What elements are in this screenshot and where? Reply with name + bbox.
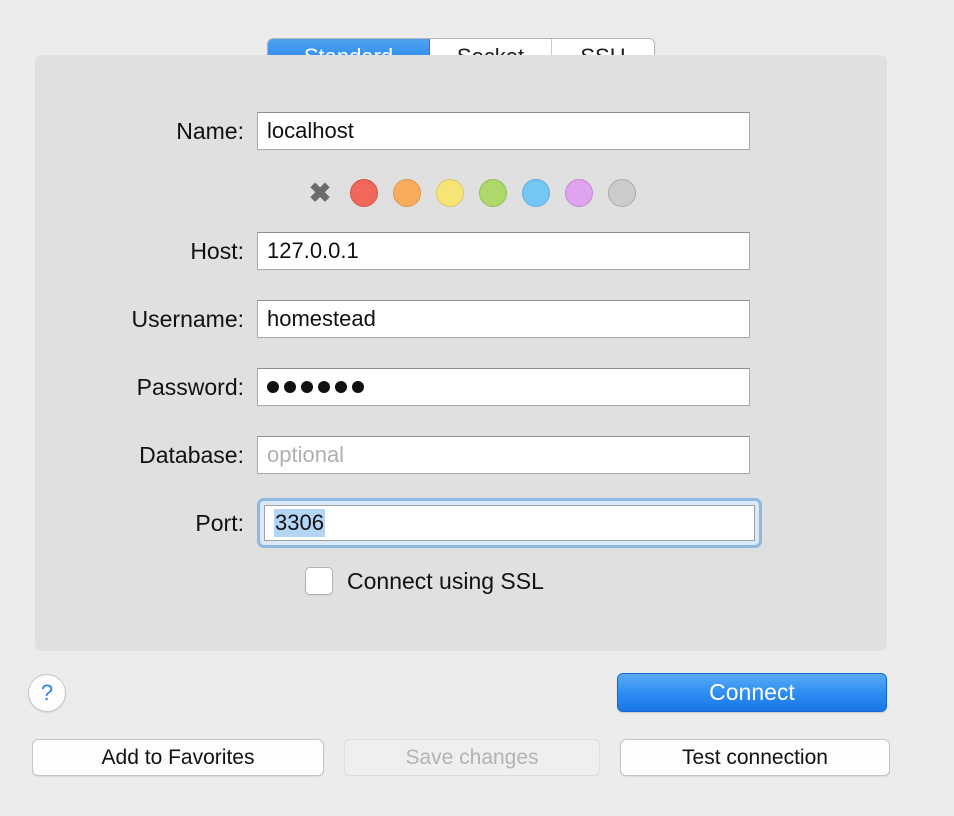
password-input[interactable] xyxy=(257,368,750,406)
username-input-value: homestead xyxy=(267,306,376,331)
field-row-password: Password: xyxy=(0,368,852,406)
ssl-checkbox[interactable] xyxy=(305,567,333,595)
host-input[interactable]: 127.0.0.1 xyxy=(257,232,750,270)
save-changes-label: Save changes xyxy=(405,745,539,769)
field-row-database: Database: optional xyxy=(0,436,852,474)
port-label: Port: xyxy=(195,509,244,536)
color-swatch-orange[interactable] xyxy=(393,179,421,207)
field-row-username: Username: homestead xyxy=(0,300,852,338)
name-input[interactable]: localhost xyxy=(257,112,750,150)
database-input[interactable]: optional xyxy=(257,436,750,474)
field-row-port: Port: 3306 xyxy=(0,498,852,548)
password-dot xyxy=(284,381,296,393)
password-dot xyxy=(352,381,364,393)
database-label: Database: xyxy=(139,441,244,468)
port-input-value: 3306 xyxy=(274,509,325,537)
color-swatch-gray[interactable] xyxy=(608,179,636,207)
database-input-placeholder: optional xyxy=(267,442,345,467)
host-input-value: 127.0.0.1 xyxy=(267,238,359,263)
ssl-checkbox-row[interactable]: Connect using SSL xyxy=(305,567,544,595)
add-to-favorites-button[interactable]: Add to Favorites xyxy=(32,739,324,776)
port-input[interactable]: 3306 xyxy=(264,505,755,541)
save-changes-button: Save changes xyxy=(344,739,600,776)
username-input[interactable]: homestead xyxy=(257,300,750,338)
password-label: Password: xyxy=(136,373,244,400)
color-swatch-yellow[interactable] xyxy=(436,179,464,207)
help-button[interactable]: ? xyxy=(28,674,66,712)
name-label: Name: xyxy=(176,117,244,144)
color-swatch-purple[interactable] xyxy=(565,179,593,207)
color-swatch-blue[interactable] xyxy=(522,179,550,207)
host-label: Host: xyxy=(190,237,244,264)
test-connection-button[interactable]: Test connection xyxy=(620,739,890,776)
port-input-focus-ring: 3306 xyxy=(257,498,762,548)
connect-button[interactable]: Connect xyxy=(617,673,887,712)
color-swatch-row[interactable]: ✖ xyxy=(305,178,636,208)
password-masked-value xyxy=(267,381,364,393)
ssl-checkbox-label: Connect using SSL xyxy=(347,567,544,594)
question-mark-icon: ? xyxy=(40,680,54,705)
field-row-name: Name: localhost xyxy=(0,112,852,150)
password-dot xyxy=(318,381,330,393)
color-swatch-red[interactable] xyxy=(350,179,378,207)
test-connection-label: Test connection xyxy=(682,745,828,769)
password-dot xyxy=(267,381,279,393)
color-none-icon[interactable]: ✖ xyxy=(305,178,335,208)
password-dot xyxy=(301,381,313,393)
name-input-value: localhost xyxy=(267,118,354,143)
connect-button-label: Connect xyxy=(709,679,795,705)
connection-dialog: Standard Socket SSH Name: localhost ✖ Ho… xyxy=(0,0,954,816)
add-to-favorites-label: Add to Favorites xyxy=(101,745,255,769)
field-row-host: Host: 127.0.0.1 xyxy=(0,232,852,270)
username-label: Username: xyxy=(131,305,244,332)
password-dot xyxy=(335,381,347,393)
color-swatch-green[interactable] xyxy=(479,179,507,207)
